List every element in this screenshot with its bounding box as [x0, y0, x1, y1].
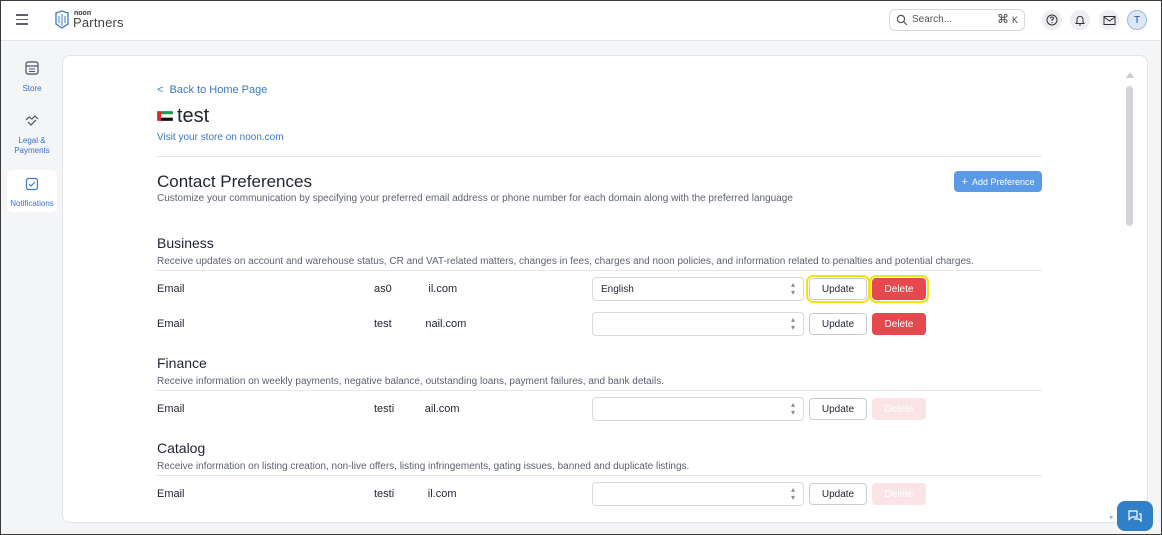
row-type: Email	[157, 318, 185, 330]
section-desc-business: Receive updates on account and warehouse…	[157, 256, 974, 267]
command-icon: ⌘	[996, 12, 1009, 26]
mail-icon[interactable]	[1099, 10, 1119, 30]
update-button[interactable]: Update	[809, 483, 867, 505]
brand-partners: Partners	[73, 15, 124, 30]
add-preference-label: Add Preference	[971, 176, 1035, 187]
avatar[interactable]: T	[1127, 10, 1147, 30]
visit-store-link[interactable]: Visit your store on noon.com	[157, 132, 284, 143]
add-preference-button[interactable]: + Add Preference	[954, 171, 1042, 192]
chat-support-button[interactable]	[1117, 501, 1153, 531]
help-glyph	[1046, 14, 1058, 26]
scrollbar-thumb[interactable]	[1126, 86, 1133, 226]
delete-button[interactable]: Delete	[869, 275, 929, 303]
row-type: Email	[157, 403, 185, 415]
divider	[157, 390, 1042, 391]
sidebar: Store Legal & Payments Notifications	[1, 42, 59, 534]
search-icon	[896, 14, 908, 26]
shortcut-key: K	[1011, 15, 1018, 25]
delete-button[interactable]: Delete	[872, 313, 926, 335]
help-icon[interactable]	[1042, 10, 1062, 30]
row-email: testi il.com	[374, 488, 457, 500]
store-icon	[25, 61, 39, 75]
row-type: Email	[157, 488, 185, 500]
bell-glyph	[1074, 15, 1086, 26]
language-select[interactable]: ▴ ▾	[592, 482, 804, 506]
row-email: test nail.com	[374, 318, 467, 330]
scroll-down-indicator-icon: ▸	[1110, 514, 1114, 521]
chat-icon	[1128, 510, 1142, 523]
mail-glyph	[1103, 15, 1115, 25]
sidebar-item-label: Store	[22, 84, 42, 93]
chevron-updown-icon: ▴ ▾	[790, 485, 795, 502]
row-type: Email	[157, 283, 185, 295]
update-button[interactable]: Update	[809, 398, 867, 420]
language-value: English	[601, 284, 634, 295]
back-link-text: Back to Home Page	[169, 84, 268, 96]
chevron-updown-icon: ▴ ▾	[790, 400, 795, 417]
update-button[interactable]: Update	[806, 275, 870, 303]
chevron-updown-icon: ▴ ▾	[790, 280, 795, 297]
scrollbar[interactable]	[1125, 70, 1135, 522]
store-name: test	[177, 105, 210, 127]
search-shortcut: ⌘ K	[997, 12, 1018, 26]
section-title-business: Business	[157, 235, 214, 251]
scroll-up-arrow-icon[interactable]	[1126, 72, 1134, 78]
row-email: testi ail.com	[374, 403, 460, 415]
page-title: Contact Preferences	[157, 172, 312, 191]
sidebar-item-store[interactable]: Store	[7, 60, 57, 96]
search-input[interactable]: Search... ⌘ K	[889, 9, 1025, 31]
plus-icon: +	[961, 175, 968, 188]
section-desc-catalog: Receive information on listing creation,…	[157, 461, 690, 472]
sidebar-item-legal-payments[interactable]: Legal & Payments	[7, 112, 57, 158]
page-subtitle: Customize your communication by specifyi…	[157, 193, 793, 204]
row-email: as0 il.com	[374, 283, 458, 295]
update-button[interactable]: Update	[809, 313, 867, 335]
check-square-icon	[25, 177, 39, 191]
delete-button[interactable]: Delete	[872, 398, 926, 420]
search-placeholder: Search...	[912, 14, 953, 25]
menu-icon[interactable]	[16, 14, 28, 25]
section-title-catalog: Catalog	[157, 440, 206, 456]
language-select[interactable]: ▴ ▾	[592, 397, 804, 421]
delete-button[interactable]: Delete	[872, 483, 926, 505]
divider	[157, 475, 1042, 476]
language-select[interactable]: ▴ ▾	[592, 312, 804, 336]
chevron-left-icon: <	[157, 84, 170, 96]
divider	[157, 156, 1042, 157]
handshake-icon	[25, 115, 39, 126]
section-title-finance: Finance	[157, 355, 207, 371]
sidebar-item-label: Notifications	[10, 199, 54, 208]
divider	[157, 270, 1042, 271]
sidebar-item-label: Legal & Payments	[14, 136, 50, 155]
back-to-home-link[interactable]: < Back to Home Page	[157, 84, 267, 96]
noon-partners-logo	[55, 10, 69, 29]
chevron-updown-icon: ▴ ▾	[790, 315, 795, 332]
sidebar-item-notifications[interactable]: Notifications	[7, 170, 57, 212]
main-card: < Back to Home Page test Visit your stor…	[62, 55, 1148, 523]
section-desc-finance: Receive information on weekly payments, …	[157, 376, 664, 387]
bell-icon[interactable]	[1070, 10, 1090, 30]
language-select[interactable]: English ▴ ▾	[592, 277, 804, 301]
uae-flag-icon	[157, 111, 173, 121]
top-bar: noon Partners Search... ⌘ K T	[1, 1, 1161, 41]
